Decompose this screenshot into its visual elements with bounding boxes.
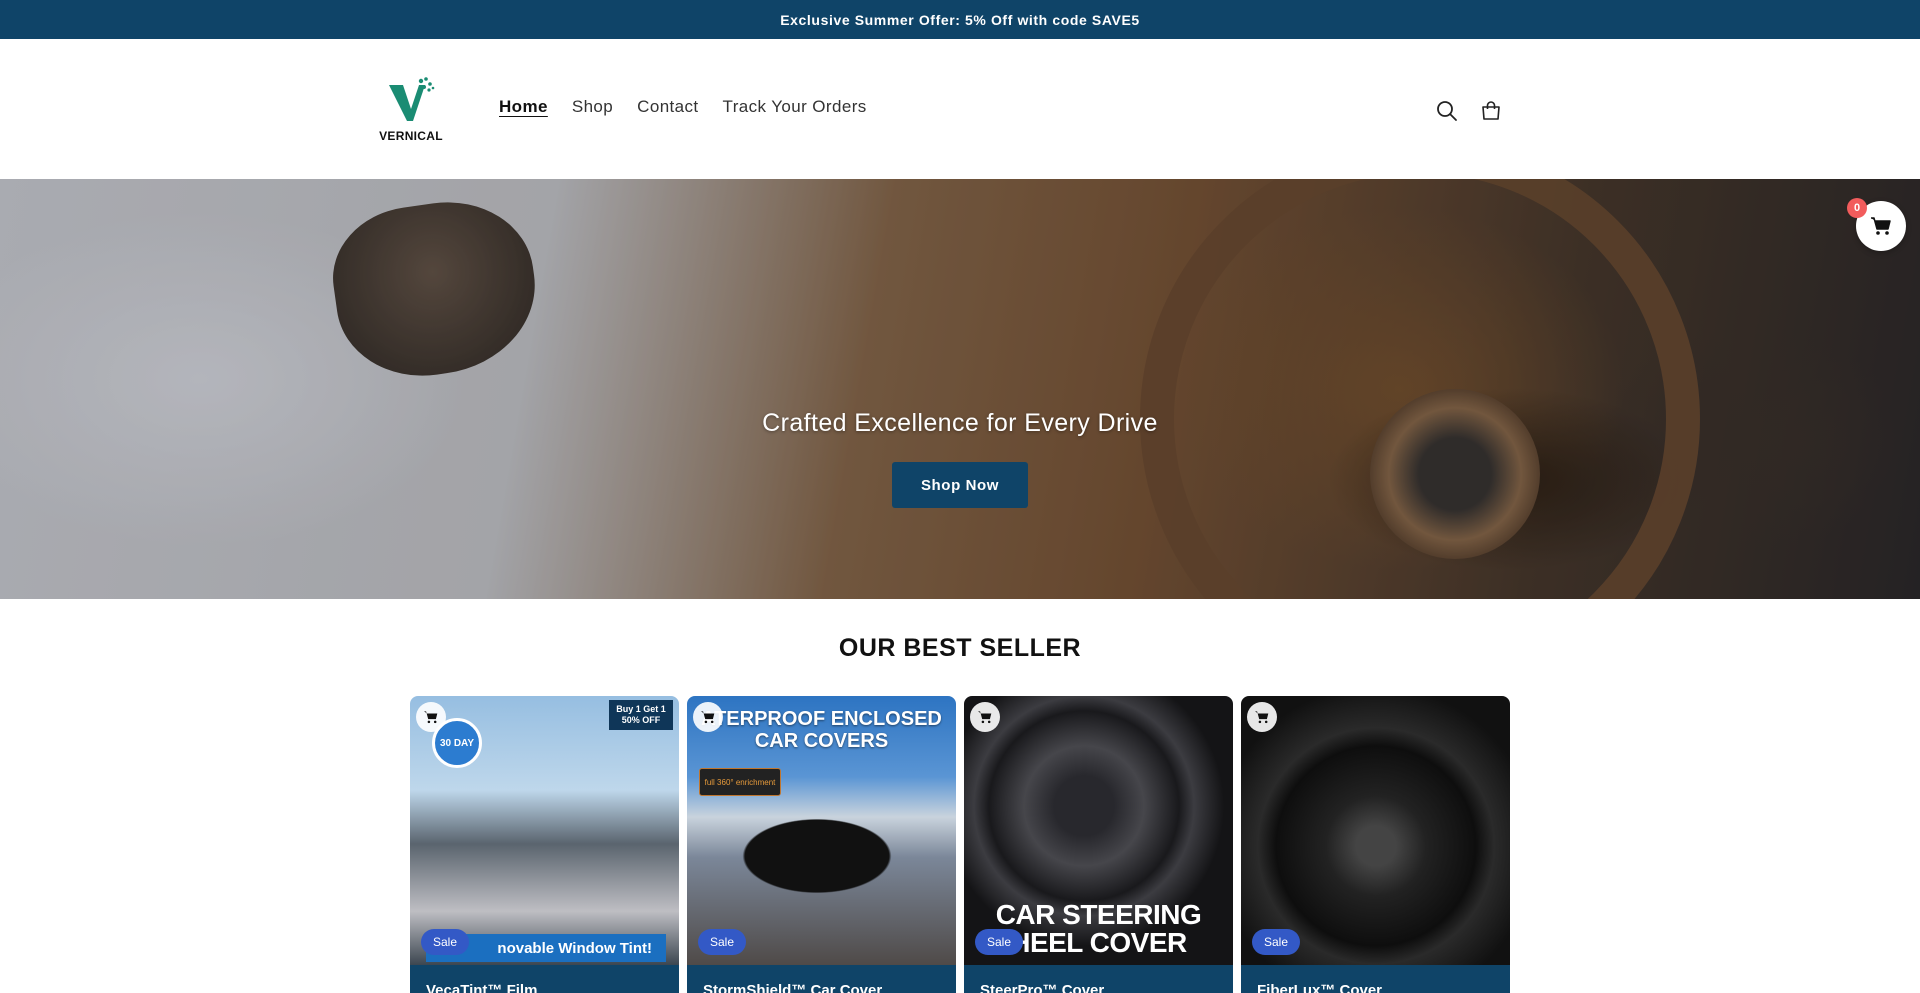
cart-plus-icon — [1255, 711, 1269, 724]
cart-plus-icon — [701, 711, 715, 724]
product-title[interactable]: FiberLux™ Cover — [1257, 982, 1382, 993]
product-grid: 30 DAY Buy 1 Get 1 50% OFF novable Windo… — [410, 696, 1510, 993]
product-image-heading: ATERPROOF ENCLOSED CAR COVERS — [701, 708, 942, 752]
section-title-best-seller: OUR BEST SELLER — [838, 634, 1082, 662]
cart-icon — [1871, 217, 1891, 235]
promo-tag: Buy 1 Get 1 50% OFF — [609, 700, 673, 730]
cart-plus-icon — [978, 711, 992, 724]
main-nav: Home Shop Contact Track Your Orders — [499, 97, 867, 117]
nav-track-orders[interactable]: Track Your Orders — [723, 97, 867, 117]
cart-count-badge: 0 — [1847, 198, 1867, 218]
search-icon[interactable] — [1433, 97, 1461, 125]
logo-text: VERNICAL — [379, 129, 443, 143]
hero-title: Crafted Excellence for Every Drive — [762, 409, 1158, 437]
shop-now-button[interactable]: Shop Now — [892, 462, 1028, 508]
sale-badge: Sale — [1252, 929, 1301, 955]
logo[interactable]: VERNICAL — [374, 75, 448, 143]
product-image — [1241, 696, 1510, 965]
sale-badge: Sale — [698, 929, 747, 955]
product-card[interactable]: ATERPROOF ENCLOSED CAR COVERS full 360° … — [687, 696, 956, 993]
sale-badge: Sale — [975, 929, 1024, 955]
hero-banner: Crafted Excellence for Every Drive Shop … — [0, 179, 1920, 599]
product-title[interactable]: VecaTint™ Film — [426, 982, 537, 993]
cart-plus-icon — [424, 711, 438, 724]
quick-add-button[interactable] — [1247, 702, 1277, 732]
announcement-bar: Exclusive Summer Offer: 5% Off with code… — [0, 0, 1920, 39]
cart-icon[interactable] — [1477, 97, 1505, 125]
announcement-text: Exclusive Summer Offer: 5% Off with code… — [780, 11, 1140, 28]
sale-badge: Sale — [421, 929, 470, 955]
quick-add-button[interactable] — [693, 702, 723, 732]
nav-home[interactable]: Home — [499, 97, 548, 117]
product-title[interactable]: StormShield™ Car Cover — [703, 982, 882, 993]
product-card[interactable]: CAR STEERING HEEL COVER Sale SteerPro™ C… — [964, 696, 1233, 993]
product-title[interactable]: SteerPro™ Cover — [980, 982, 1104, 993]
product-card[interactable]: 30 DAY Buy 1 Get 1 50% OFF novable Windo… — [410, 696, 679, 993]
logo-mark-icon — [389, 77, 435, 121]
product-card[interactable]: Sale FiberLux™ Cover — [1241, 696, 1510, 993]
quick-add-button[interactable] — [970, 702, 1000, 732]
nav-contact[interactable]: Contact — [637, 97, 698, 117]
quick-add-button[interactable] — [416, 702, 446, 732]
nav-shop[interactable]: Shop — [572, 97, 613, 117]
site-header: VERNICAL Home Shop Contact Track Your Or… — [0, 39, 1920, 179]
product-image-subbadge: full 360° enrichment — [699, 768, 781, 796]
